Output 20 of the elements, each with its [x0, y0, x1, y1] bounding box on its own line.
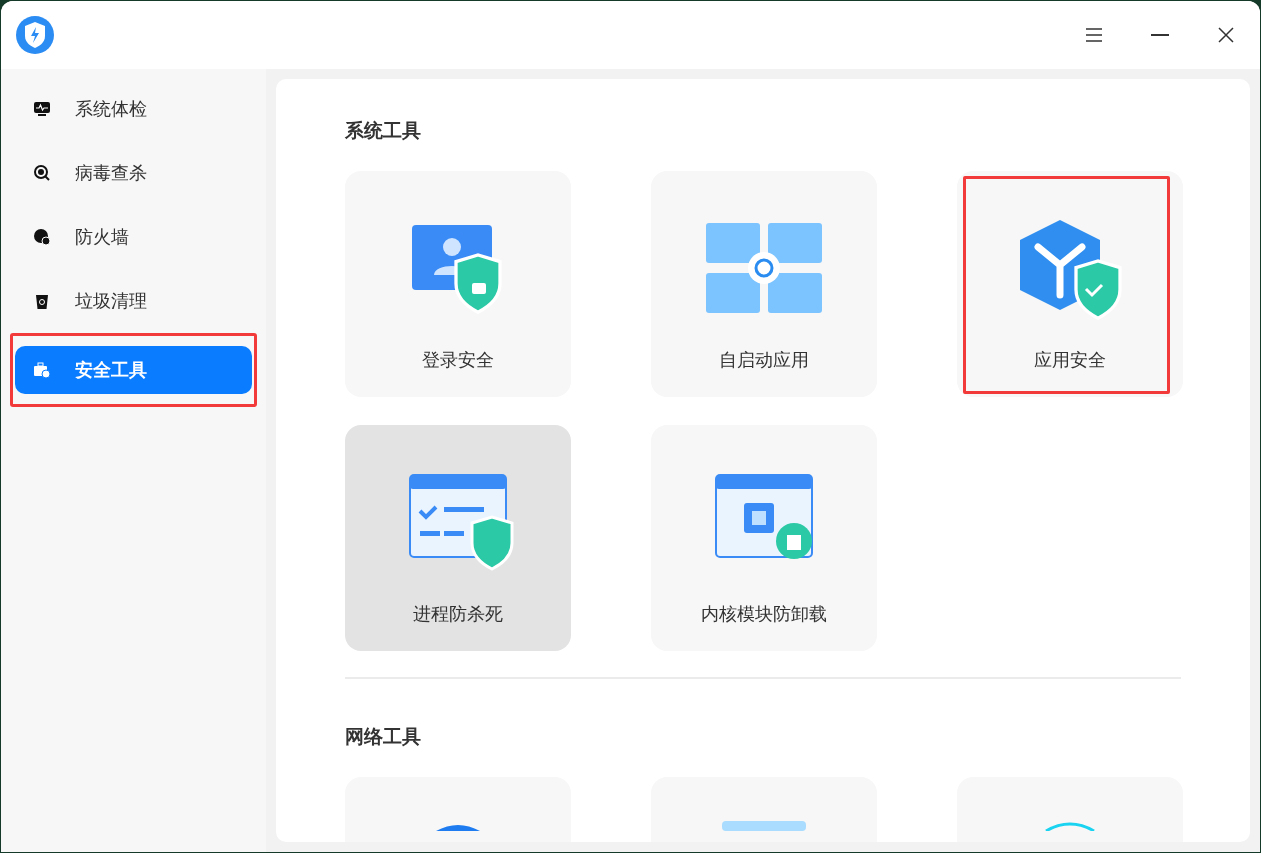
sidebar-item[interactable]: 防火墙: [15, 213, 252, 261]
section-title: 系统工具: [345, 119, 422, 143]
sidebar-item[interactable]: 安全工具: [15, 346, 252, 394]
shield-logo-icon: [15, 15, 55, 55]
tool-card[interactable]: 内核模块防卸载: [651, 425, 877, 651]
tool-card[interactable]: 登录安全: [345, 171, 571, 397]
close-icon: [1218, 27, 1234, 43]
tool-card[interactable]: 自启动应用: [651, 171, 877, 397]
minimize-icon: [1151, 33, 1169, 37]
sidebar-item[interactable]: 垃圾清理: [15, 277, 252, 325]
toolbox-icon: [33, 361, 51, 379]
tool-card[interactable]: 应用安全: [957, 171, 1183, 397]
monitor-icon: [33, 100, 51, 118]
sidebar-item[interactable]: 病毒查杀: [15, 149, 252, 197]
menu-icon: [1085, 27, 1103, 43]
section-title: 网络工具: [345, 725, 422, 749]
sidebar-item[interactable]: 系统体检: [15, 85, 252, 133]
trash-icon: [33, 292, 51, 310]
tool-card[interactable]: 进程防杀死: [345, 425, 571, 651]
scan-icon: [33, 164, 51, 182]
